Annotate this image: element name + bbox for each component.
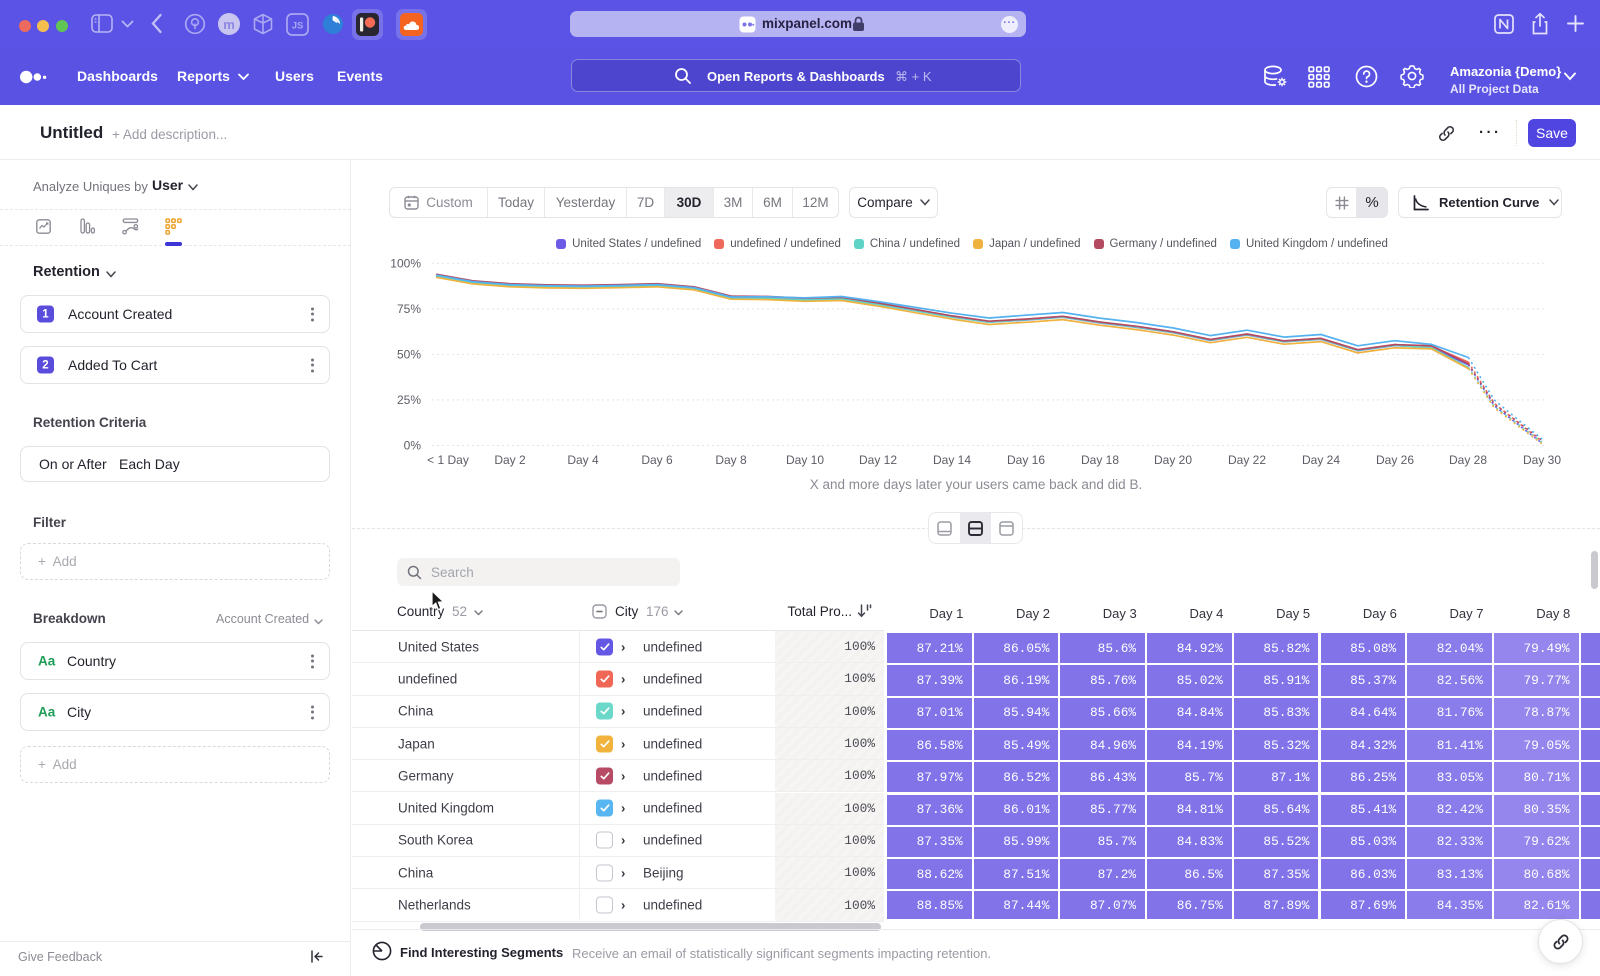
svg-text:Day 16: Day 16	[1007, 453, 1045, 467]
svg-text:JS: JS	[292, 21, 304, 32]
svg-text:Day 26: Day 26	[1376, 453, 1414, 467]
svg-text:Day 28: Day 28	[1449, 453, 1487, 467]
svg-text:Day 2: Day 2	[494, 453, 526, 467]
svg-text:Day 18: Day 18	[1081, 453, 1119, 467]
svg-text:Day 8: Day 8	[715, 453, 747, 467]
svg-text:< 1 Day: < 1 Day	[427, 453, 469, 467]
svg-text:Day 14: Day 14	[933, 453, 971, 467]
svg-text:Day 12: Day 12	[859, 453, 897, 467]
svg-text:Day 22: Day 22	[1228, 453, 1266, 467]
svg-text:Day 10: Day 10	[786, 453, 824, 467]
svg-text:Day 24: Day 24	[1302, 453, 1340, 467]
svg-text:75%: 75%	[397, 302, 421, 316]
svg-text:Day 4: Day 4	[567, 453, 599, 467]
svg-text:Day 6: Day 6	[641, 453, 673, 467]
svg-text:0%: 0%	[404, 439, 422, 453]
svg-text:Day 30: Day 30	[1523, 453, 1561, 467]
svg-text:25%: 25%	[397, 393, 421, 407]
svg-text:100%: 100%	[390, 256, 421, 270]
svg-text:50%: 50%	[397, 347, 421, 361]
svg-text:Day 20: Day 20	[1154, 453, 1192, 467]
